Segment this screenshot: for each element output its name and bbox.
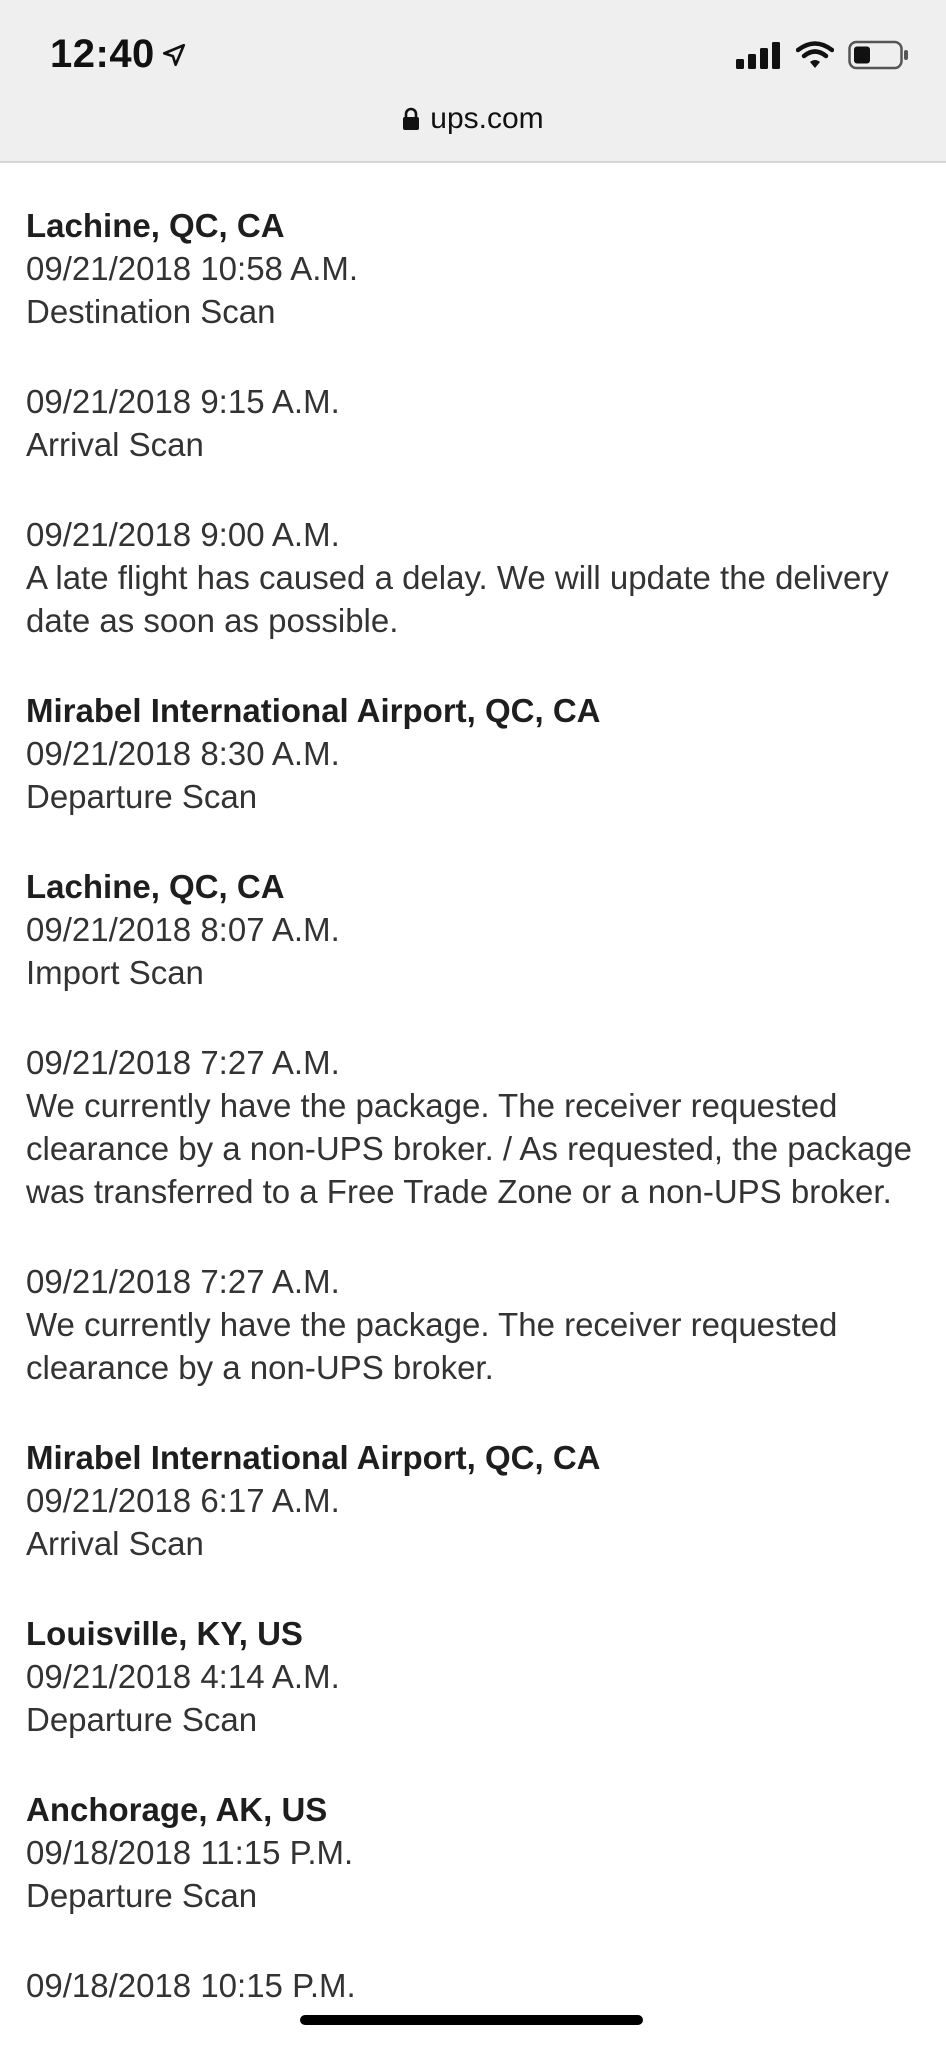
tracking-event: Mirabel International Airport, QC, CA 09/… xyxy=(26,689,926,818)
status-time: 12:40 xyxy=(50,32,187,77)
tracking-event: Lachine, QC, CA 09/21/2018 8:07 A.M. Impor… xyxy=(26,865,926,994)
event-location: Lachine, QC, CA xyxy=(26,868,285,905)
event-activity: Departure Scan xyxy=(26,778,258,815)
status-time-text: 12:40 xyxy=(50,32,155,76)
url-bar[interactable]: ups.com xyxy=(0,102,946,136)
event-datetime: 09/21/2018 7:27 A.M. xyxy=(26,1044,340,1081)
event-location: Louisville, KY, US xyxy=(26,1615,303,1652)
event-activity: Destination Scan xyxy=(26,293,276,330)
event-activity: Departure Scan xyxy=(26,1877,258,1914)
tracking-event: 09/21/2018 9:15 A.M. Arrival Scan xyxy=(26,380,926,466)
event-location: Mirabel International Airport, QC, CA xyxy=(26,1439,601,1476)
tracking-event: 09/21/2018 7:27 A.M. We currently have th… xyxy=(26,1041,926,1213)
tracking-event: 09/21/2018 9:00 A.M. A late flight has ca… xyxy=(26,513,926,642)
tracking-event: 09/18/2018 10:15 P.M. xyxy=(26,1964,926,2007)
lock-icon xyxy=(403,107,420,130)
event-activity: A late flight has caused a delay. We wil… xyxy=(26,559,889,639)
event-datetime: 09/18/2018 11:15 P.M. xyxy=(26,1834,354,1871)
tracking-event: Anchorage, AK, US 09/18/2018 11:15 P.M. De… xyxy=(26,1788,926,1917)
event-datetime: 09/21/2018 8:30 A.M. xyxy=(26,735,340,772)
event-datetime: 09/21/2018 7:27 A.M. xyxy=(26,1263,340,1300)
event-datetime: 09/18/2018 10:15 P.M. xyxy=(26,1967,356,2004)
event-datetime: 09/21/2018 6:17 A.M. xyxy=(26,1482,340,1519)
event-location: Anchorage, AK, US xyxy=(26,1791,328,1828)
tracking-event: Lachine, QC, CA 09/21/2018 10:58 A.M. Dest… xyxy=(26,204,926,333)
event-datetime: 09/21/2018 4:14 A.M. xyxy=(26,1658,340,1695)
tracking-event: Mirabel International Airport, QC, CA 09/… xyxy=(26,1436,926,1565)
battery-icon xyxy=(848,40,908,70)
event-activity: We currently have the package. The recei… xyxy=(26,1087,913,1210)
event-activity: We currently have the package. The recei… xyxy=(26,1306,838,1386)
event-activity: Arrival Scan xyxy=(26,1525,204,1562)
event-activity: Arrival Scan xyxy=(26,426,204,463)
tracking-event: Louisville, KY, US 09/21/2018 4:14 A.M. De… xyxy=(26,1612,926,1741)
browser-chrome: 12:40 ups.com xyxy=(0,0,946,163)
tracking-event: 09/21/2018 7:27 A.M. We currently have th… xyxy=(26,1260,926,1389)
event-activity: Departure Scan xyxy=(26,1701,258,1738)
wifi-icon xyxy=(796,41,834,68)
event-datetime: 09/21/2018 9:15 A.M. xyxy=(26,383,340,420)
event-datetime: 09/21/2018 9:00 A.M. xyxy=(26,516,340,553)
event-location: Lachine, QC, CA xyxy=(26,207,285,244)
status-icons xyxy=(736,40,910,70)
cellular-signal-icon xyxy=(736,42,780,69)
url-domain: ups.com xyxy=(430,102,544,135)
event-location: Mirabel International Airport, QC, CA xyxy=(26,692,601,729)
home-indicator[interactable] xyxy=(300,2015,643,2025)
shipment-progress-list: Lachine, QC, CA 09/21/2018 10:58 A.M. Dest… xyxy=(26,204,926,2054)
event-datetime: 09/21/2018 10:58 A.M. xyxy=(26,250,359,287)
event-activity: Import Scan xyxy=(26,954,204,991)
event-datetime: 09/21/2018 8:07 A.M. xyxy=(26,911,340,948)
location-arrow-icon xyxy=(162,43,185,66)
